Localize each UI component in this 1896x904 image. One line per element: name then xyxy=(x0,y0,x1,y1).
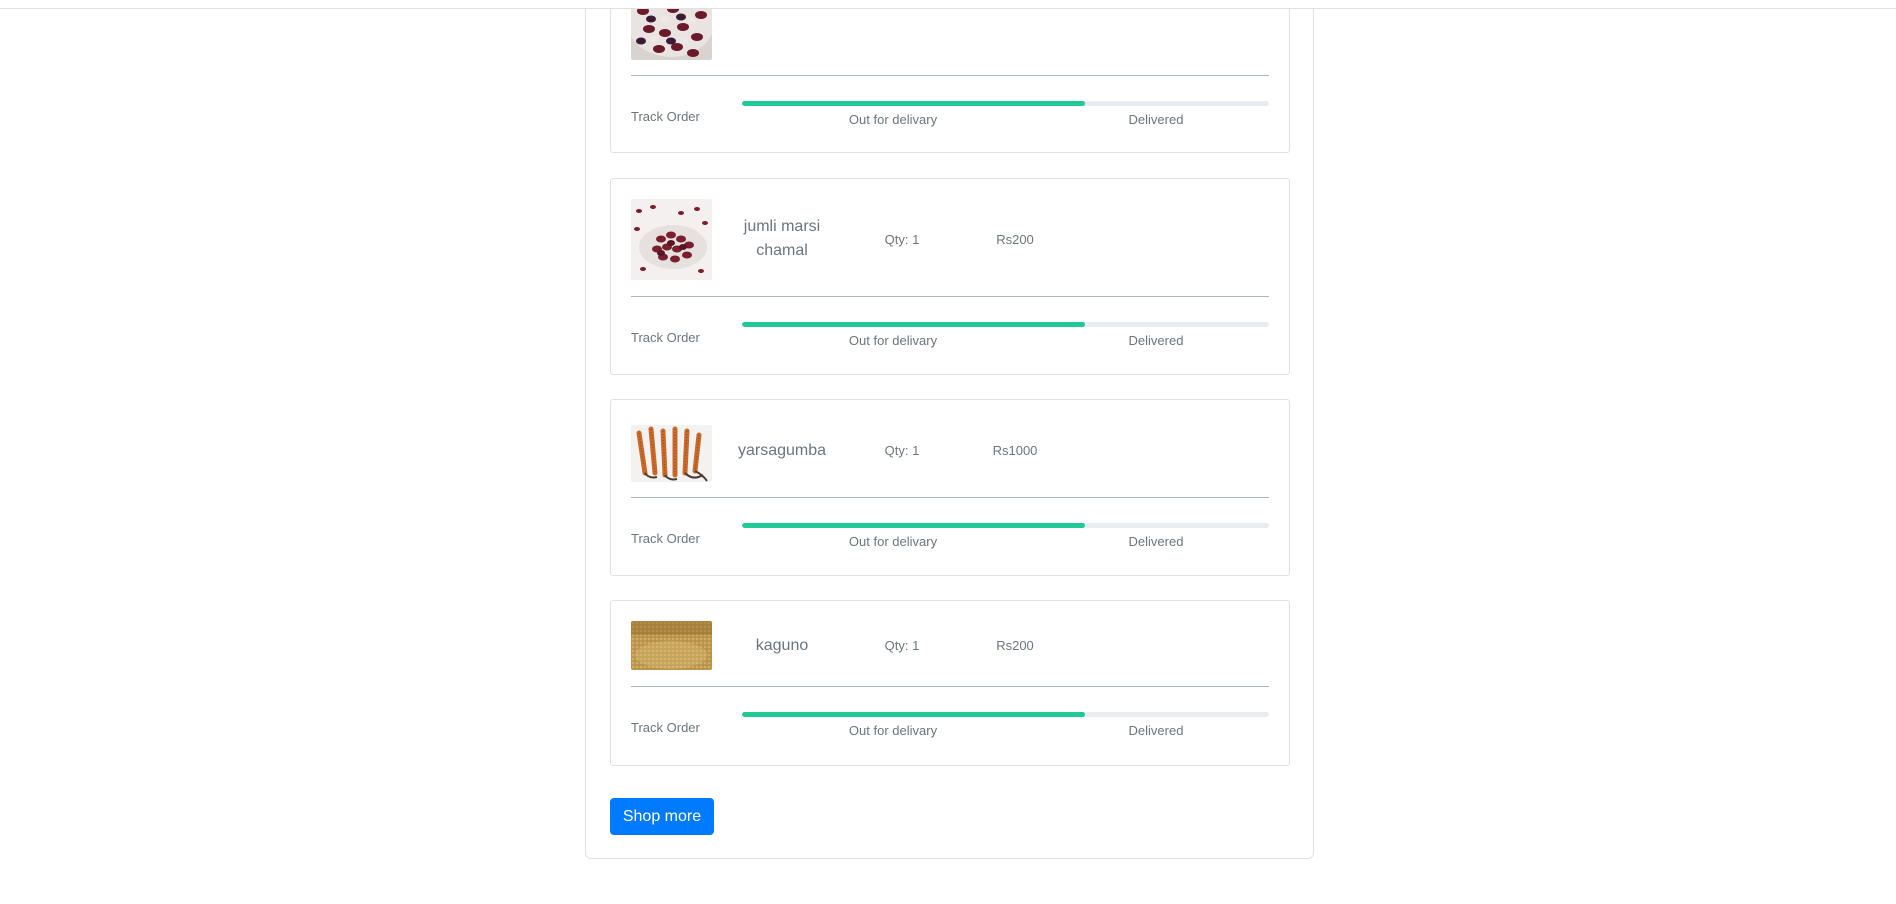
delivery-progress-fill xyxy=(742,712,1085,717)
step-out-for-delivery: Out for delivary xyxy=(848,112,938,127)
order-card: kaguno Qty: 1 Rs200 Track Order Out for … xyxy=(610,600,1290,766)
delivery-progress-bar xyxy=(742,712,1269,717)
top-navbar-edge xyxy=(0,0,1896,9)
delivery-progress-bar xyxy=(742,101,1269,106)
step-delivered: Delivered xyxy=(1128,112,1184,127)
red-beans-image xyxy=(631,199,712,280)
yarsagumba-image xyxy=(631,425,712,482)
red-beans-image xyxy=(631,0,712,60)
card-divider xyxy=(631,497,1269,498)
product-price: Rs200 xyxy=(996,638,1034,653)
track-order-label: Track Order xyxy=(631,109,700,124)
product-name: yarsagumba xyxy=(737,442,827,459)
product-quantity: Qty: 1 xyxy=(884,232,920,247)
order-card: jumli marsi chamal Qty: 1 Rs200 Track Or… xyxy=(610,178,1290,375)
track-order-label: Track Order xyxy=(631,720,700,735)
card-divider xyxy=(631,296,1269,297)
delivery-progress-bar xyxy=(742,523,1269,528)
product-name: kaguno xyxy=(755,637,809,654)
order-card: Track Order Out for delivary Delivered xyxy=(610,0,1290,153)
product-price: Rs200 xyxy=(996,232,1034,247)
order-card: yarsagumba Qty: 1 Rs1000 Track Order Out… xyxy=(610,399,1290,576)
product-quantity: Qty: 1 xyxy=(884,443,920,458)
step-delivered: Delivered xyxy=(1128,333,1184,348)
track-order-label: Track Order xyxy=(631,531,700,546)
card-divider xyxy=(631,75,1269,76)
step-out-for-delivery: Out for delivary xyxy=(848,333,938,348)
product-quantity: Qty: 1 xyxy=(884,638,920,653)
step-out-for-delivery: Out for delivary xyxy=(848,534,938,549)
step-out-for-delivery: Out for delivary xyxy=(848,723,938,738)
delivery-progress-fill xyxy=(742,101,1085,106)
product-name: jumli marsi chamal xyxy=(743,218,821,259)
delivery-progress-fill xyxy=(742,523,1085,528)
step-delivered: Delivered xyxy=(1128,723,1184,738)
step-delivered: Delivered xyxy=(1128,534,1184,549)
card-divider xyxy=(631,686,1269,687)
product-price: Rs1000 xyxy=(992,443,1038,458)
track-order-label: Track Order xyxy=(631,330,700,345)
delivery-progress-fill xyxy=(742,322,1085,327)
delivery-progress-bar xyxy=(742,322,1269,327)
shop-more-button[interactable]: Shop more xyxy=(610,798,714,835)
millet-grain-image xyxy=(631,621,712,670)
